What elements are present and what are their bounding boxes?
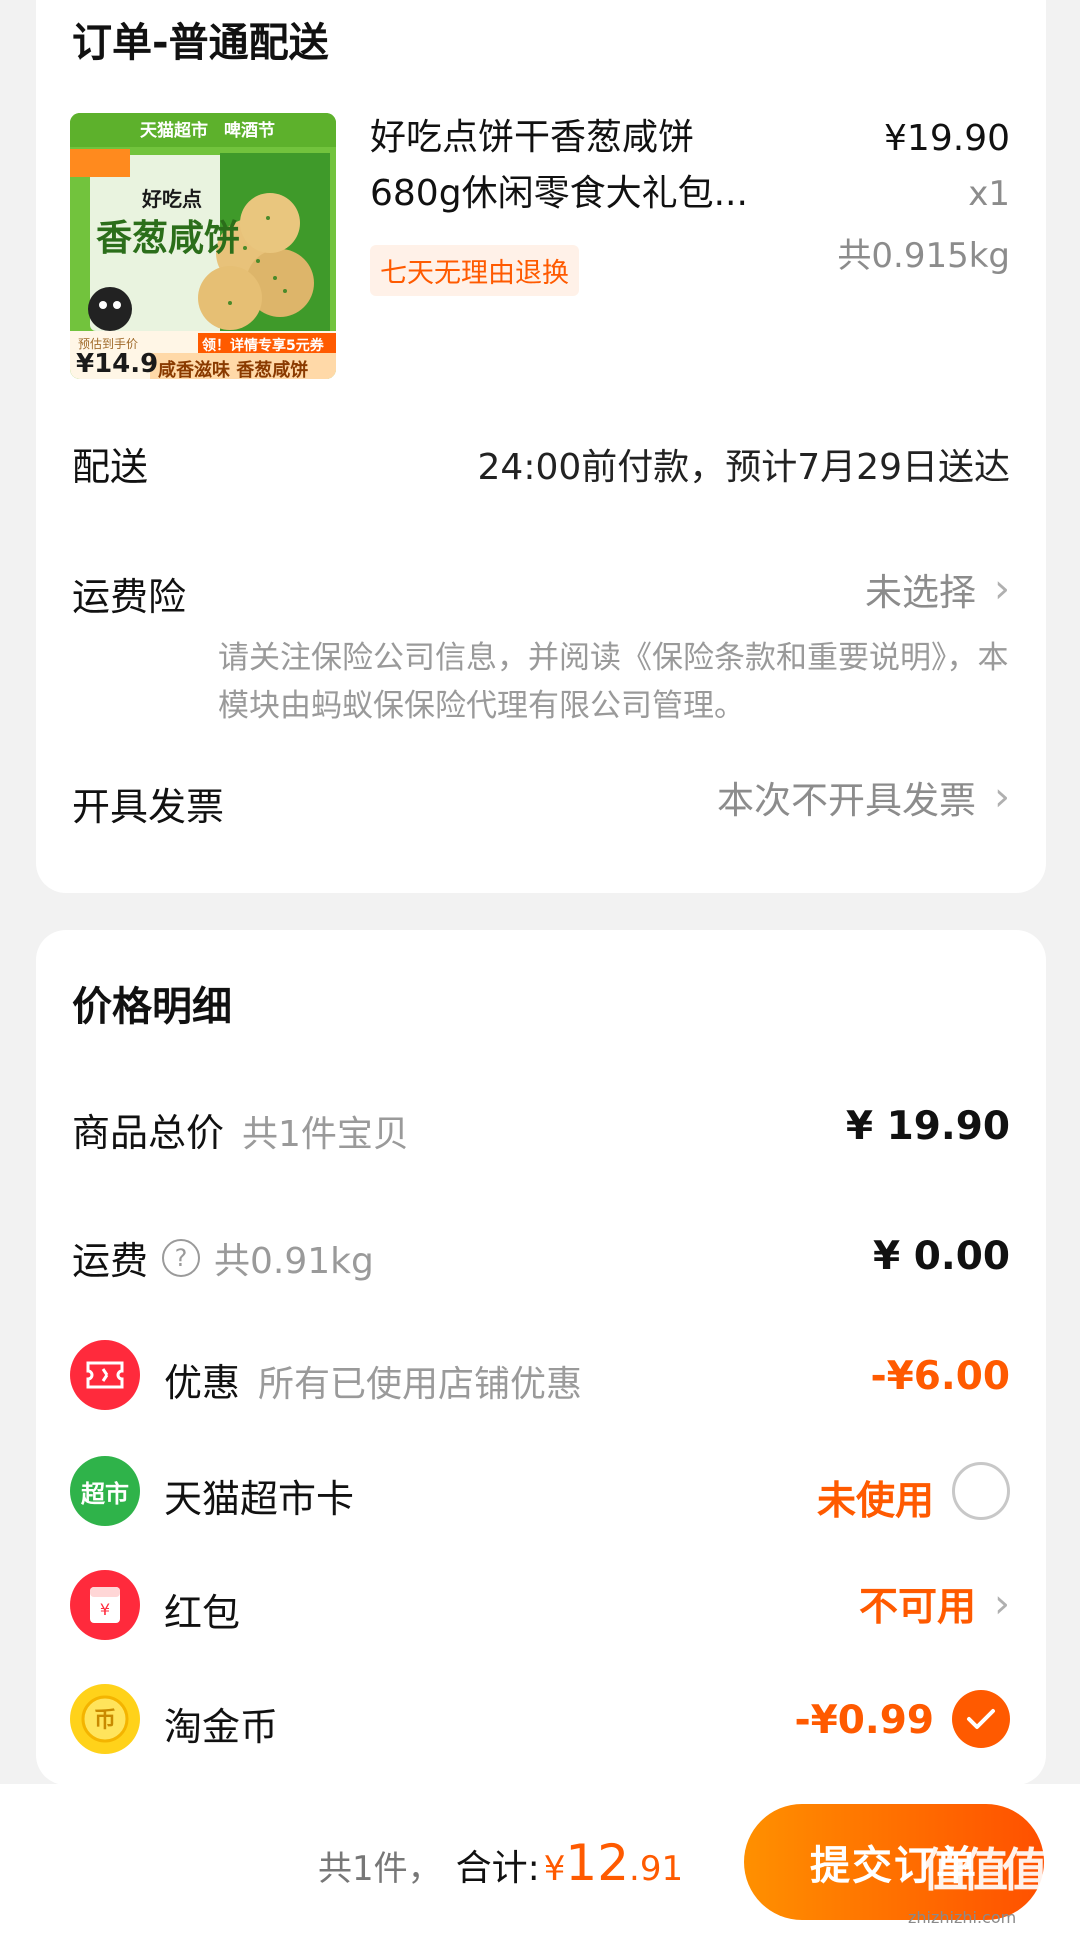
gold-coin-icon: 币 [70, 1684, 140, 1754]
shipping-value: ¥ 0.00 [873, 1234, 1010, 1279]
goods-total-label: 商品总价 [72, 1111, 225, 1155]
coupon-icon [70, 1340, 140, 1410]
gold-coin-label: 淘金币 [164, 1705, 279, 1749]
product-name-line2[interactable]: 680g休闲零食大礼包... [370, 166, 748, 222]
invoice-value: 本次不开具发票 [717, 779, 976, 822]
svg-text:币: 币 [94, 1708, 116, 1733]
chevron-right-icon: › [994, 1581, 1010, 1627]
svg-text:¥: ¥ [100, 1600, 110, 1619]
product-image-festival: 啤酒节 [224, 121, 275, 141]
supermarket-card-icon: 超市 [70, 1456, 140, 1526]
invoice-label: 开具发票 [72, 785, 225, 829]
insurance-selector[interactable]: 未选择 › [865, 562, 1010, 616]
product-image[interactable]: 天猫超市 啤酒节 好吃点 香葱咸饼 领！详情专享5元券 预估到手价 ¥14.9 … [70, 113, 336, 379]
supermarket-card-radio[interactable] [952, 1462, 1010, 1520]
insurance-note: 请关注保险公司信息，并阅读《保险条款和重要说明》，本模块由蚂蚁保保险代理有限公司… [218, 640, 1009, 724]
product-image-promo: 领！详情专享5元券 [202, 338, 324, 354]
product-image-brand: 好吃点 [142, 187, 202, 211]
discount-sub: 所有已使用店铺优惠 [258, 1364, 583, 1405]
goods-total-value: ¥ 19.90 [845, 1104, 1010, 1149]
product-weight: 共0.915kg [837, 236, 1010, 276]
goods-total-row: 商品总价 共1件宝贝 [72, 1102, 409, 1157]
item-count: 共1件， [318, 1849, 442, 1889]
order-section-title: 订单-普通配送 [72, 20, 329, 66]
total-currency: ¥ [543, 1849, 566, 1889]
product-price: ¥19.90 [884, 118, 1010, 159]
delivery-label: 配送 [72, 445, 149, 489]
order-card: 订单-普通配送 天猫超市 啤酒节 好吃点 香葱咸饼 领！详情专享5元券 预估到手… [36, 0, 1046, 893]
red-packet-icon: ¥ [70, 1570, 140, 1640]
discount-value[interactable]: -¥6.00 [870, 1354, 1010, 1399]
red-packet-selector[interactable]: 不可用 › [859, 1576, 1010, 1632]
invoice-selector[interactable]: 本次不开具发票 › [717, 770, 1010, 824]
price-section-title: 价格明细 [72, 984, 232, 1030]
watermark-logo: 值值值 [922, 1843, 1048, 1897]
supermarket-card-value: 未使用 [816, 1479, 934, 1524]
product-image-product: 香葱咸饼 [96, 218, 241, 259]
shipping-sub: 共0.91kg [214, 1240, 374, 1282]
product-image-store: 天猫超市 [140, 121, 208, 141]
total-integer: 12 [565, 1834, 630, 1892]
product-name-line1[interactable]: 好吃点饼干香葱咸饼 [370, 110, 694, 166]
total-label: 合计: [455, 1848, 540, 1889]
order-total: 共1件， 合计: ¥ 12 .91 [318, 1834, 683, 1892]
delivery-value: 24:00前付款，预计7月29日送达 [477, 447, 1010, 488]
help-icon[interactable]: ? [162, 1238, 201, 1277]
insurance-label: 运费险 [72, 575, 187, 619]
checkmark-icon [967, 1709, 995, 1729]
supermarket-card-icon-text: 超市 [81, 1479, 129, 1508]
chevron-right-icon: › [994, 774, 1010, 820]
product-qty: x1 [968, 174, 1010, 214]
goods-total-sub: 共1件宝贝 [242, 1114, 409, 1155]
total-decimal: .91 [629, 1849, 684, 1889]
supermarket-card-label: 天猫超市卡 [164, 1477, 355, 1521]
watermark-url: zhizhizhi.com [908, 1908, 1017, 1927]
price-detail-card: 价格明细 商品总价 共1件宝贝 ¥ 19.90 运费 ? 共0.91kg ¥ 0… [36, 930, 1046, 1785]
return-policy-tag: 七天无理由退换 [370, 245, 579, 296]
red-packet-label: 红包 [164, 1591, 241, 1635]
insurance-value: 未选择 [865, 571, 976, 614]
red-packet-value: 不可用 [858, 1585, 976, 1630]
shipping-label: 运费 [72, 1239, 149, 1283]
bottom-bar: 共1件， 合计: ¥ 12 .91 提交订单 值值值 zhizhizhi.com [0, 1784, 1080, 1941]
product-image-slogan: 咸香滋味 香葱咸饼 [158, 360, 309, 379]
gold-coin-checkbox[interactable] [952, 1690, 1010, 1748]
chevron-right-icon: › [994, 566, 1010, 612]
discount-label: 优惠 [164, 1361, 241, 1405]
product-image-est-price: ¥14.9 [76, 349, 159, 379]
discount-row: 优惠 所有已使用店铺优惠 [164, 1352, 582, 1407]
shipping-row: 运费 ? 共0.91kg [72, 1230, 374, 1285]
gold-coin-value: -¥0.99 [794, 1698, 934, 1743]
